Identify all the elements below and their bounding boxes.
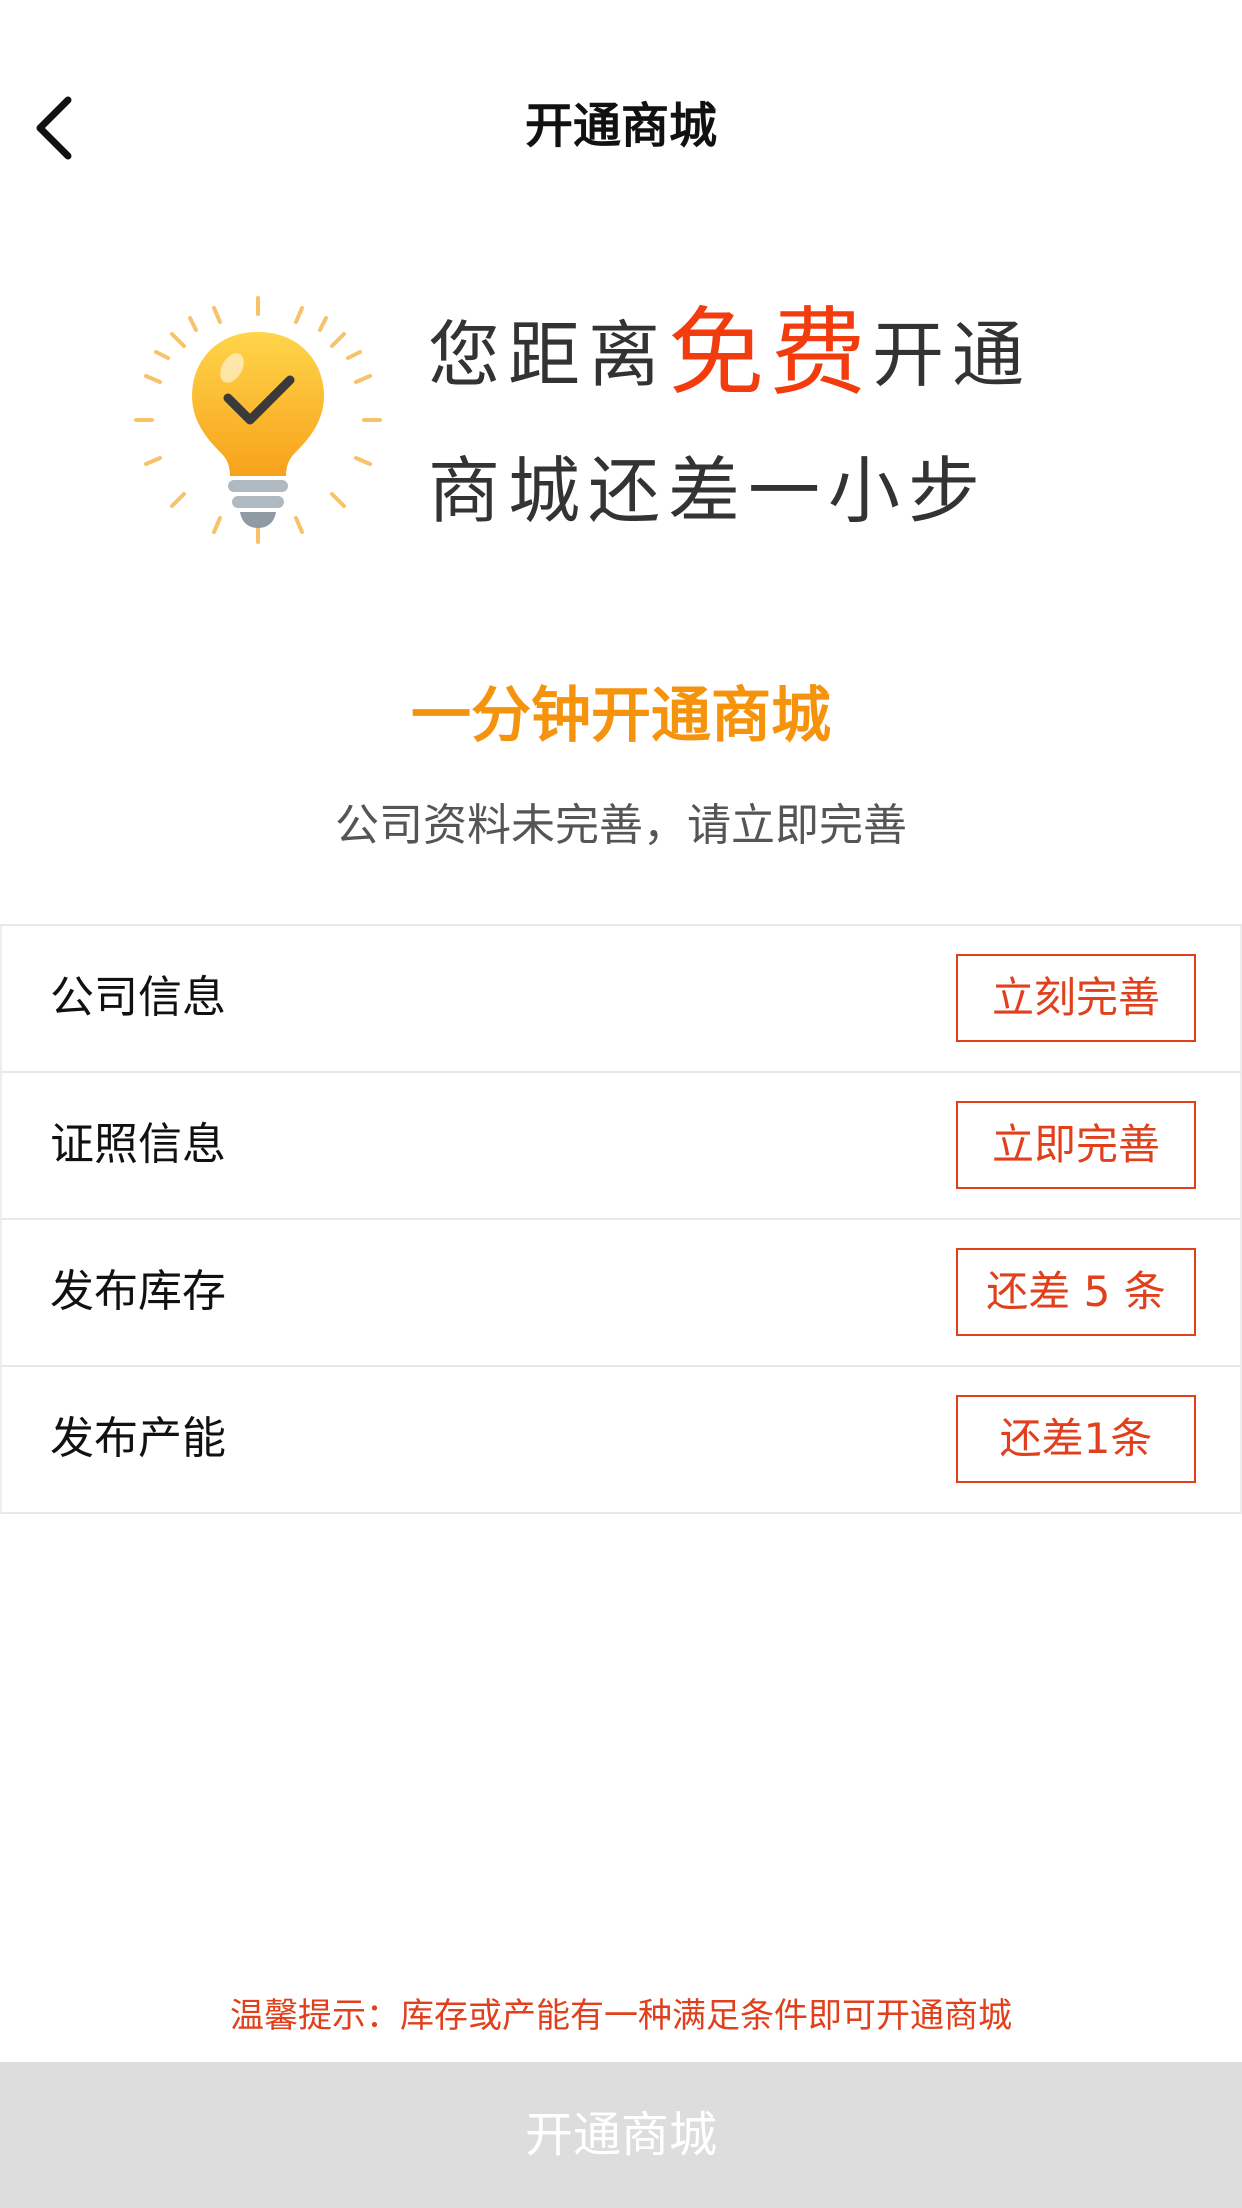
hero-headline-line1: 您距离免费开通 bbox=[428, 305, 1033, 401]
page-title: 开通商城 bbox=[524, 98, 717, 154]
section-title: 一分钟开通商城 bbox=[411, 681, 831, 751]
complete-license-info-button[interactable]: 立即完善 bbox=[956, 1101, 1196, 1189]
hero-headline-line2: 商城还差一小步 bbox=[428, 449, 989, 533]
hero-banner: 您距离免费开通 商城还差一小步 bbox=[0, 254, 1242, 584]
hero-free-highlight: 免费 bbox=[668, 297, 873, 409]
task-label: 发布产能 bbox=[50, 1413, 226, 1464]
hero-headline-suffix: 开通 bbox=[872, 313, 1033, 397]
task-row-publish-capacity: 发布产能 还差1条 bbox=[0, 1367, 1242, 1514]
task-label: 公司信息 bbox=[50, 972, 226, 1023]
task-label: 证照信息 bbox=[50, 1119, 226, 1170]
open-mall-button[interactable]: 开通商城 bbox=[0, 2062, 1242, 2208]
task-list: 公司信息 立刻完善 证照信息 立即完善 发布库存 还差 5 条 发布产能 还差1… bbox=[0, 924, 1242, 1514]
tip-text: 温馨提示：库存或产能有一种满足条件即可开通商城 bbox=[230, 1996, 1012, 2036]
task-row-license-info: 证照信息 立即完善 bbox=[0, 1073, 1242, 1220]
publish-capacity-button[interactable]: 还差1条 bbox=[956, 1395, 1196, 1483]
navigation-bar: 开通商城 bbox=[0, 0, 1242, 254]
task-label: 发布库存 bbox=[50, 1266, 226, 1317]
task-row-publish-inventory: 发布库存 还差 5 条 bbox=[0, 1220, 1242, 1367]
publish-inventory-button[interactable]: 还差 5 条 bbox=[956, 1248, 1196, 1336]
task-row-company-info: 公司信息 立刻完善 bbox=[0, 926, 1242, 1073]
lightbulb-check-icon bbox=[134, 296, 382, 544]
section-subtitle: 公司资料未完善，请立即完善 bbox=[335, 800, 907, 851]
complete-company-info-button[interactable]: 立刻完善 bbox=[956, 954, 1196, 1042]
hero-headline-prefix: 您距离 bbox=[428, 313, 669, 397]
